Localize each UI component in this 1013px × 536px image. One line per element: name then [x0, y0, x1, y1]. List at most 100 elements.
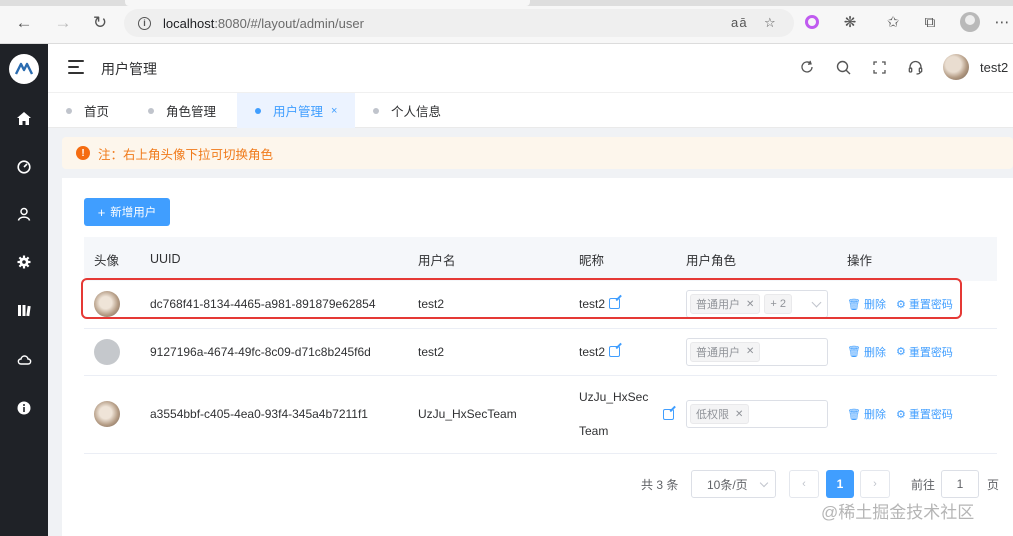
nickname-line: Team [579, 424, 609, 438]
avatar [94, 401, 120, 427]
gear-icon[interactable] [14, 252, 34, 272]
app-logo[interactable] [9, 54, 39, 84]
user-table: 头像 UUID 用户名 昵称 用户角色 操作 dc768f41-8134-446… [84, 237, 997, 454]
roles-cell: 普通用户 ✕ [676, 328, 837, 376]
collections-icon[interactable]: ⧉ [920, 12, 940, 32]
nickname-cell: UzJu_HxSec Team [569, 375, 676, 454]
page-number-current[interactable]: 1 [826, 470, 854, 498]
role-select[interactable]: 普通用户 ✕ [686, 337, 828, 366]
back-icon[interactable]: ← [13, 12, 35, 34]
dashboard-icon[interactable] [14, 157, 34, 177]
tab-profile[interactable]: 个人信息 [355, 93, 463, 128]
avatar-cell [84, 328, 140, 376]
extension-circle-icon[interactable] [802, 12, 822, 32]
home-icon[interactable] [14, 108, 34, 128]
plus-icon: + [97, 204, 106, 220]
tab-home[interactable]: 首页 [48, 93, 138, 128]
tab-dot [373, 107, 379, 114]
profile-icon[interactable] [960, 12, 980, 32]
tab-close-icon[interactable]: × [331, 105, 337, 117]
tag-close-icon[interactable]: ✕ [746, 346, 754, 357]
page-size-select[interactable]: 10条/页 [691, 470, 776, 498]
search-icon[interactable] [834, 58, 852, 76]
nickname-line: UzJu_HxSec [579, 390, 649, 404]
favorite-add-icon[interactable]: ☆ [764, 15, 776, 31]
tag-close-icon[interactable]: ✕ [735, 409, 743, 420]
key-icon[interactable]: ⚙ [896, 345, 906, 358]
books-icon[interactable] [14, 300, 34, 320]
browser-tab-active[interactable] [125, 0, 530, 6]
column-header: 用户名 [408, 237, 569, 281]
trash-icon[interactable]: 🗑 [847, 408, 861, 421]
url-path: :8080/#/layout/admin/user [214, 15, 364, 31]
edit-icon[interactable] [609, 345, 621, 357]
user-management-card: + 新增用户 头像 UUID 用户名 昵称 用户角色 操作 dc768f41-81… [62, 178, 1013, 536]
site-info-icon[interactable]: i [138, 16, 151, 30]
user-icon[interactable] [14, 204, 34, 224]
nickname-text: test2 [579, 344, 606, 359]
add-user-button[interactable]: + 新增用户 [84, 198, 170, 226]
tab-label: 个人信息 [391, 105, 442, 119]
avatar-cell [84, 375, 140, 454]
role-tag-label: 普通用户 [696, 346, 740, 359]
trash-icon[interactable]: 🗑 [847, 345, 861, 358]
column-header: 头像 [84, 237, 140, 281]
column-header: UUID [140, 237, 408, 281]
read-aloud-icon[interactable]: a ā [731, 15, 747, 30]
tab-role-management[interactable]: 角色管理 [130, 93, 238, 128]
page-title: 用户管理 [101, 61, 157, 77]
delete-button[interactable]: 删除 [864, 406, 886, 422]
reset-password-button[interactable]: 重置密码 [909, 406, 953, 422]
tab-label: 角色管理 [166, 105, 217, 119]
forward-icon[interactable]: → [52, 12, 74, 34]
key-icon[interactable]: ⚙ [896, 408, 906, 421]
page-tabs-bar: 首页 角色管理 用户管理 × 个人信息 [48, 92, 1013, 128]
menu-toggle-icon[interactable] [68, 60, 84, 74]
refresh-icon[interactable] [798, 58, 816, 76]
reset-password-button[interactable]: 重置密码 [909, 344, 953, 360]
delete-button[interactable]: 删除 [864, 344, 886, 360]
goto-label: 前往 [911, 478, 936, 492]
favorites-icon[interactable]: ✩ [883, 12, 903, 32]
avatar [94, 338, 120, 365]
tab-label: 用户管理 [273, 105, 324, 119]
page-size-value: 10条/页 [707, 477, 748, 492]
reload-icon[interactable]: ↻ [89, 12, 111, 34]
notice-text: 注：右上角头像下拉可切换角色 [98, 147, 274, 162]
edit-icon[interactable] [663, 408, 674, 420]
chevron-down-icon[interactable] [759, 478, 769, 488]
sidebar [0, 44, 48, 536]
headset-icon[interactable] [906, 58, 924, 76]
extensions-icon[interactable]: ❋ [840, 12, 860, 32]
fullscreen-icon[interactable] [870, 58, 888, 76]
tab-dot [148, 107, 154, 114]
actions-cell: 🗑 删除 ⚙ 重置密码 [837, 328, 997, 376]
username-cell: UzJu_HxSecTeam [408, 375, 569, 454]
tab-label: 首页 [84, 105, 110, 119]
prev-page-button[interactable]: ‹ [789, 470, 819, 498]
notice-banner: ! 注：右上角头像下拉可切换角色 [62, 137, 1013, 169]
roles-cell: 低权限 ✕ [676, 375, 837, 454]
tab-dot [66, 107, 72, 114]
role-tag-label: 低权限 [696, 409, 729, 421]
browser-tabstrip [0, 0, 1013, 6]
cloud-icon[interactable] [14, 349, 34, 369]
info-icon[interactable] [14, 398, 34, 418]
address-bar[interactable]: i localhost:8080/#/layout/admin/user a ā… [124, 9, 794, 37]
goto-page-input[interactable]: 1 [941, 470, 979, 498]
uuid-cell: a3554bbf-c405-4ea0-93f4-345a4b7211f1 [140, 375, 408, 454]
nickname-cell: test2 [569, 328, 676, 376]
next-page-button[interactable]: › [860, 470, 890, 498]
tab-dot [255, 107, 261, 114]
table-header-row: 头像 UUID 用户名 昵称 用户角色 操作 [84, 237, 997, 281]
role-tag: 低权限 ✕ [690, 404, 750, 424]
browser-chrome: ← → ↻ i localhost:8080/#/layout/admin/us… [0, 0, 1013, 44]
pagination-total: 共 3 条 [641, 478, 679, 492]
user-avatar[interactable] [943, 54, 969, 80]
more-menu-icon[interactable]: ⋯ [992, 12, 1012, 32]
header-username[interactable]: test2 [980, 60, 1008, 75]
role-select[interactable]: 低权限 ✕ [686, 400, 828, 428]
tab-user-management[interactable]: 用户管理 × [237, 93, 355, 128]
column-header: 操作 [837, 237, 997, 281]
uuid-cell: 9127196a-4674-49fc-8c09-d71c8b245f6d [140, 328, 408, 376]
